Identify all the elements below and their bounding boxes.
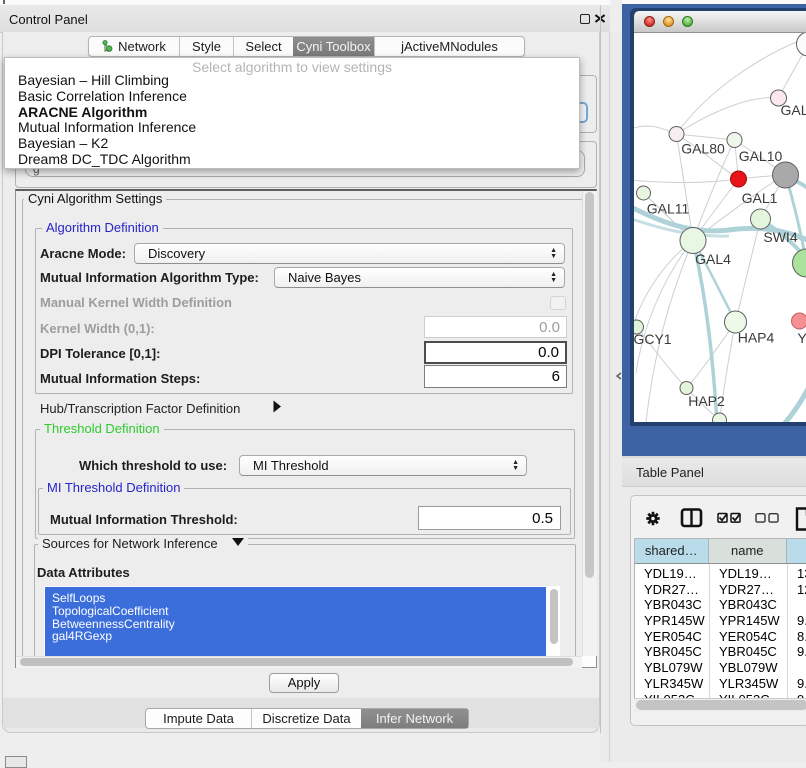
svg-text:GAL11: GAL11	[646, 201, 689, 217]
svg-text:GAL1: GAL1	[741, 190, 777, 206]
svg-text:HAP2: HAP2	[688, 393, 725, 409]
svg-text:GAL80: GAL80	[681, 141, 725, 157]
svg-text:GAL7: GAL7	[780, 102, 806, 118]
svg-text:SWI4: SWI4	[763, 229, 797, 245]
svg-text:HAP4: HAP4	[737, 330, 774, 346]
svg-text:GAL4: GAL4	[695, 251, 731, 267]
svg-text:GCY1: GCY1	[634, 331, 672, 347]
svg-text:GAL10: GAL10	[738, 148, 782, 164]
svg-text:Y: Y	[797, 330, 806, 346]
